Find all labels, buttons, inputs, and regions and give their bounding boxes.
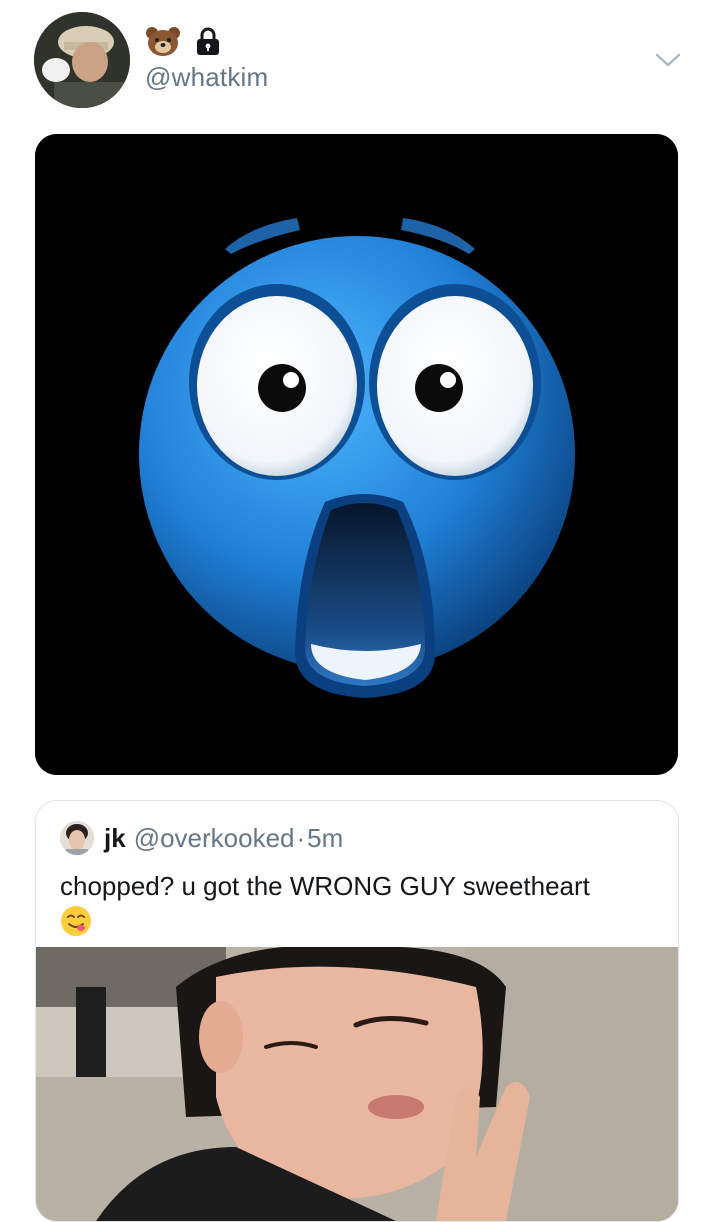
quoted-tweet[interactable]: jk @overkooked · 5m chopped? u got the WRO… [35,800,679,1222]
bear-emoji-icon [146,27,180,56]
quoted-user-handle[interactable]: @overkooked [134,823,295,854]
tweet-media[interactable] [35,134,678,775]
quoted-tweet-header: jk @overkooked · 5m [104,823,343,854]
selfie-photo [36,947,678,1221]
user-avatar[interactable] [34,12,130,108]
yum-face-emoji-icon [61,906,91,936]
badge-row [145,26,221,56]
quoted-user-name[interactable]: jk [104,823,126,854]
quoted-tweet-time[interactable]: 5m [307,823,343,854]
quoted-user-avatar[interactable] [60,821,94,855]
separator-dot: · [296,823,306,853]
quoted-tweet-photo[interactable] [36,947,678,1221]
shocked-emoji-image [35,134,678,775]
quoted-tweet-text: chopped? u got the WRONG GUY sweetheart [60,871,590,901]
user-handle[interactable]: @whatkim [145,62,268,93]
lock-icon [197,27,219,55]
tweet-header: @whatkim [0,0,712,120]
chevron-down-icon[interactable] [654,50,682,70]
